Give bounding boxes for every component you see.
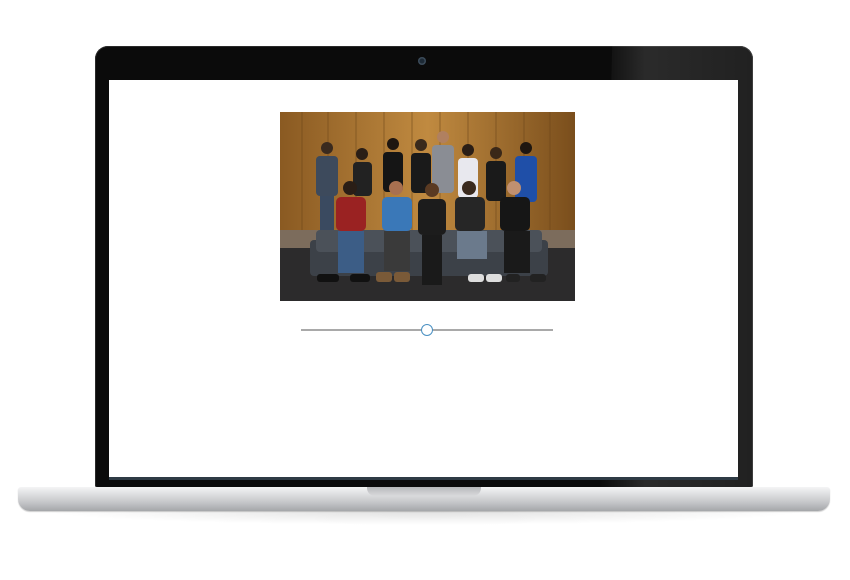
laptop-device [0,0,850,580]
laptop-base [18,487,830,511]
laptop-screen [109,80,738,480]
laptop-shadow [40,511,810,525]
laptop-lid [95,46,753,488]
screen-bottom-edge [109,477,738,480]
slider-thumb[interactable] [421,324,433,336]
image-slider[interactable] [301,323,553,337]
lid-opening-notch [367,487,481,496]
webcam-icon [418,57,426,65]
team-photo [280,112,575,301]
